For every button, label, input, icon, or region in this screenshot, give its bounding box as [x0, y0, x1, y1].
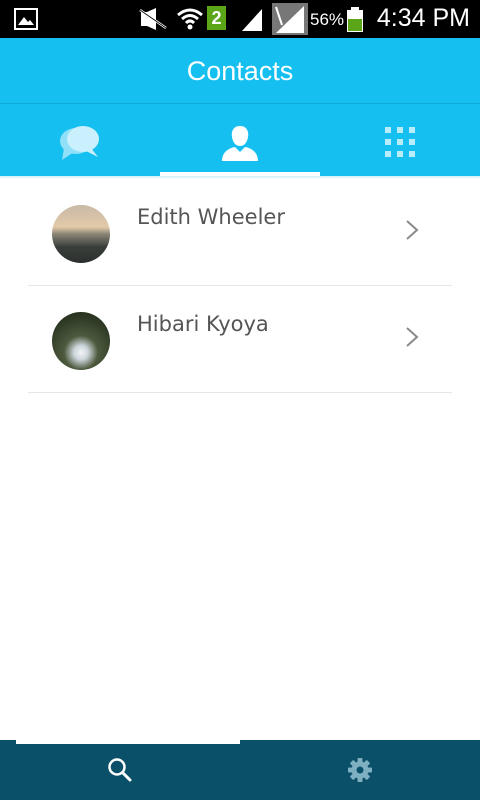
tab-apps[interactable] [320, 104, 480, 176]
gear-icon [348, 758, 372, 782]
contact-name: Hibari Kyoya [137, 312, 269, 336]
settings-button[interactable] [240, 740, 480, 800]
search-button[interactable] [0, 740, 240, 800]
mute-icon [139, 8, 167, 30]
bottom-nav-selected-indicator [16, 740, 240, 744]
status-bar: 2 56% 4:34 PM [0, 0, 480, 38]
notification-badge: 2 [207, 6, 226, 30]
tab-bar [0, 104, 480, 176]
chevron-right-icon [406, 220, 419, 240]
app-bar: Contacts [0, 38, 480, 104]
list-item[interactable]: Edith Wheeler [28, 179, 452, 286]
grid-icon [385, 127, 415, 157]
wifi-icon [177, 8, 203, 30]
tab-contacts[interactable] [160, 104, 320, 176]
gallery-icon [14, 8, 38, 30]
contact-name: Edith Wheeler [137, 205, 285, 229]
battery-percent: 56% [310, 10, 345, 29]
battery-icon [347, 7, 363, 32]
signal-icon [242, 9, 262, 31]
avatar [52, 312, 110, 370]
person-icon [222, 126, 258, 161]
search-icon [108, 758, 132, 782]
tab-chats[interactable] [0, 104, 160, 176]
page-title: Contacts [186, 56, 294, 86]
bottom-nav [0, 740, 480, 800]
chevron-right-icon [406, 327, 419, 347]
contact-list: Edith Wheeler Hibari Kyoya [0, 179, 480, 393]
clock: 4:34 PM [376, 4, 470, 32]
signal-icon-2 [272, 3, 308, 35]
avatar [52, 205, 110, 263]
chat-bubbles-icon [60, 126, 99, 160]
list-item[interactable]: Hibari Kyoya [28, 286, 452, 393]
